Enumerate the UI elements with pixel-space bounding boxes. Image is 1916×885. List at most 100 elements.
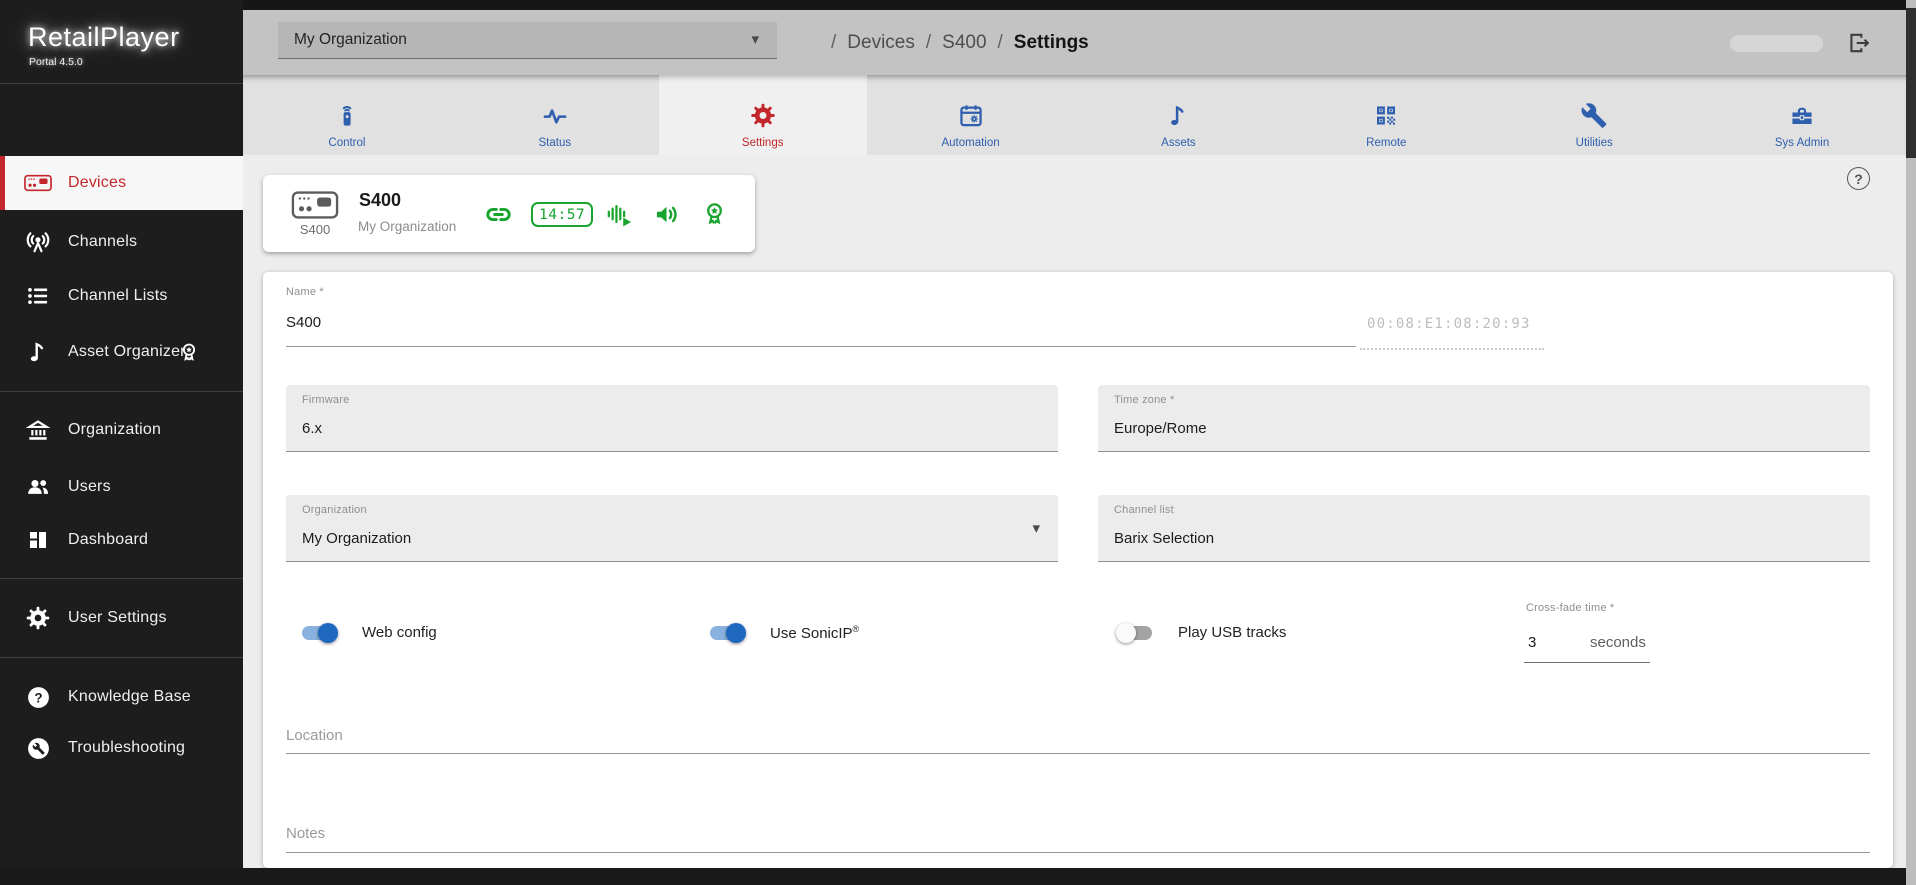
timezone-value: Europe/Rome xyxy=(1114,420,1207,437)
device-player-icon xyxy=(287,191,343,219)
organization-select[interactable]: Organization My Organization ▾ xyxy=(286,495,1058,562)
top-bar: My Organization ▾ / Devices / S400 / Set… xyxy=(243,10,1906,75)
gear-icon xyxy=(749,102,776,129)
tab-settings[interactable]: Settings xyxy=(658,75,867,155)
divider xyxy=(0,657,243,658)
chevron-down-icon: ▾ xyxy=(1032,520,1040,537)
sidebar-item-channels[interactable]: Channels xyxy=(0,215,243,269)
device-model-label: S400 xyxy=(299,222,331,237)
breadcrumb-item-device[interactable]: S400 xyxy=(942,32,986,54)
pulse-icon xyxy=(541,102,568,129)
device-organization: My Organization xyxy=(358,219,457,234)
web-config-toggle-label: Web config xyxy=(362,624,437,641)
wrench-icon xyxy=(1581,102,1608,129)
mac-address-field: 00:08:E1:08:20:93 xyxy=(1367,316,1531,332)
device-player-icon xyxy=(24,169,52,197)
crossfade-unit: seconds xyxy=(1590,634,1646,651)
sidebar-item-label: Troubleshooting xyxy=(68,739,186,756)
play-usb-toggle[interactable] xyxy=(1116,623,1154,643)
breadcrumb-item-devices[interactable]: Devices xyxy=(847,32,915,54)
user-name-pill xyxy=(1730,35,1823,52)
channel-list-field[interactable]: Channel list Barix Selection xyxy=(1098,495,1870,562)
tab-utilities[interactable]: Utilities xyxy=(1490,75,1698,155)
gear-icon xyxy=(24,604,52,632)
registered-mark: ® xyxy=(852,624,860,634)
logout-button[interactable] xyxy=(1845,29,1873,57)
location-input[interactable]: Location xyxy=(286,727,343,744)
divider xyxy=(0,83,243,84)
page-scrollbar[interactable] xyxy=(1906,0,1916,885)
location-underline xyxy=(286,753,1870,754)
tab-label: Sys Admin xyxy=(1774,137,1830,149)
name-field-label: Name * xyxy=(286,286,324,298)
device-tab-strip: Control Status Settings Automation Asset… xyxy=(243,75,1906,155)
name-underline xyxy=(286,346,1356,347)
timezone-label: Time zone * xyxy=(1114,394,1175,406)
toggle-knob xyxy=(1116,623,1136,643)
device-settings-form: Name * S400 00:08:E1:08:20:93 Firmware 6… xyxy=(263,272,1893,868)
sidebar-item-label: Asset Organizer xyxy=(68,343,186,360)
tab-automation[interactable]: Automation xyxy=(867,75,1075,155)
channel-list-icon xyxy=(24,282,52,310)
sonicip-label-text: Use SonicIP xyxy=(770,625,853,642)
name-input[interactable]: S400 xyxy=(286,314,321,331)
tab-label: Status xyxy=(538,137,572,149)
sidebar-item-label: Knowledge Base xyxy=(68,688,191,705)
sidebar-item-label: Channels xyxy=(68,233,138,250)
notes-input[interactable]: Notes xyxy=(286,825,325,842)
sidebar-item-user-settings[interactable]: User Settings xyxy=(0,591,243,645)
device-title: S400 xyxy=(359,190,402,210)
sidebar-item-label: Organization xyxy=(68,421,162,438)
timezone-field[interactable]: Time zone * Europe/Rome xyxy=(1098,385,1870,452)
tab-remote[interactable]: Remote xyxy=(1282,75,1490,155)
organization-selector-value: My Organization xyxy=(294,31,407,48)
help-circle-icon: ? xyxy=(24,683,52,711)
firmware-value: 6.x xyxy=(302,420,323,437)
sidebar-item-knowledge-base[interactable]: ? Knowledge Base xyxy=(0,670,243,724)
tab-assets[interactable]: Assets xyxy=(1075,75,1283,155)
sidebar-item-troubleshooting[interactable]: Troubleshooting xyxy=(0,721,243,775)
help-button[interactable]: ? xyxy=(1847,167,1870,190)
web-config-toggle[interactable] xyxy=(300,623,338,643)
toggle-knob xyxy=(318,623,338,643)
sidebar-item-label: Devices xyxy=(68,174,127,191)
users-icon xyxy=(24,473,52,501)
firmware-label: Firmware xyxy=(302,394,350,406)
sidebar-item-devices[interactable]: Devices xyxy=(0,156,243,210)
tab-control[interactable]: Control xyxy=(243,75,451,155)
sidebar-item-asset-organizer[interactable]: Asset Organizer xyxy=(0,325,243,379)
remote-control-icon xyxy=(333,102,360,129)
organization-selector[interactable]: My Organization ▾ xyxy=(278,22,777,59)
crossfade-input[interactable]: 3 xyxy=(1528,634,1536,651)
breadcrumb: / Devices / S400 / Settings xyxy=(820,10,1089,75)
firmware-field: Firmware 6.x xyxy=(286,385,1058,452)
divider xyxy=(0,391,243,392)
bottom-edge xyxy=(0,868,1916,885)
tab-status[interactable]: Status xyxy=(451,75,659,155)
sidebar-item-dashboard[interactable]: Dashboard xyxy=(0,513,243,567)
sidebar-item-label: User Settings xyxy=(68,609,167,626)
organization-value: My Organization xyxy=(302,530,412,547)
breadcrumb-separator: / xyxy=(831,31,837,53)
sidebar-item-organization[interactable]: Organization xyxy=(0,403,243,457)
bank-icon xyxy=(24,416,52,444)
sonicip-toggle[interactable] xyxy=(708,623,746,643)
notes-underline xyxy=(286,852,1870,853)
sonicip-toggle-label: Use SonicIP® xyxy=(770,624,859,642)
certificate-badge-icon xyxy=(701,200,728,227)
sidebar-item-channel-lists[interactable]: Channel Lists xyxy=(0,269,243,323)
scrollbar-thumb[interactable] xyxy=(1906,8,1916,158)
chevron-down-icon: ▾ xyxy=(751,31,759,48)
retailplayer-portal: RetailPlayer Portal 4.5.0 Devices Channe… xyxy=(0,0,1916,885)
tab-label: Control xyxy=(328,137,366,149)
tab-label: Assets xyxy=(1161,137,1196,149)
breadcrumb-separator: / xyxy=(925,31,932,53)
organization-label: Organization xyxy=(302,504,367,516)
tab-sys-admin[interactable]: Sys Admin xyxy=(1698,75,1906,155)
music-note-icon xyxy=(24,338,52,366)
channel-list-value: Barix Selection xyxy=(1114,530,1215,547)
retailplayer-logo: RetailPlayer xyxy=(28,22,180,52)
crossfade-label: Cross-fade time * xyxy=(1526,602,1615,614)
sidebar-item-users[interactable]: Users xyxy=(0,460,243,514)
music-note-icon xyxy=(1165,102,1192,129)
